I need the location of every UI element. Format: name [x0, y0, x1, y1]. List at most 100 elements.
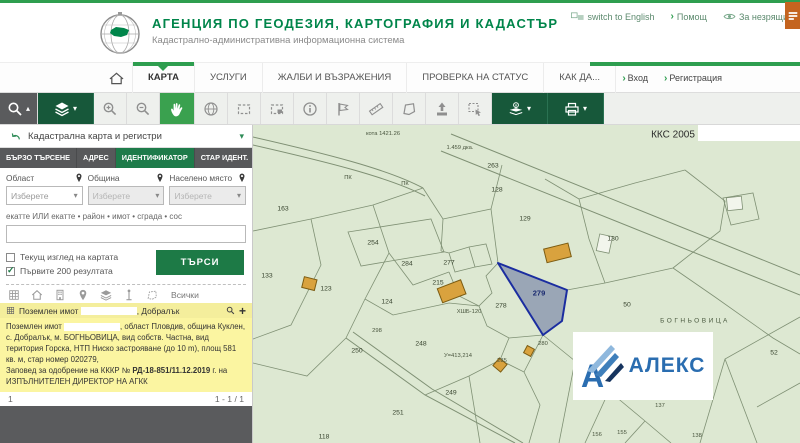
- nav-tab-1[interactable]: УСЛУГИ: [195, 63, 263, 93]
- measure-button[interactable]: [360, 93, 393, 124]
- building: [544, 243, 572, 263]
- object-type-filters: Всички: [0, 288, 252, 303]
- search-icon[interactable]: [226, 306, 235, 315]
- search-tab-2[interactable]: ИДЕНТИФИКАТОР: [116, 148, 195, 168]
- zoom-in-button[interactable]: [94, 93, 127, 124]
- chevron-down-icon: ▾: [239, 131, 244, 142]
- ekatte-label: екатте ИЛИ екатте • район • имот • сград…: [6, 212, 246, 221]
- cadastral-map[interactable]: ККС 2005кота 1421.261.459 дка.263128ПКПК…: [253, 125, 800, 443]
- search-button[interactable]: ▴: [0, 93, 38, 124]
- pan-hand-icon: [169, 101, 185, 117]
- zoom-out-button[interactable]: [127, 93, 160, 124]
- home-icon[interactable]: [31, 289, 43, 301]
- checkbox-label: Текущ изглед на картата: [20, 252, 118, 262]
- select-rect-button[interactable]: [228, 93, 261, 124]
- location-fields: ОбластИзберете▾ОбщинаИзберете▾Населено м…: [0, 168, 252, 209]
- checkbox-0[interactable]: [6, 253, 15, 262]
- nav-tab-2[interactable]: ЖАЛБИ И ВЪЗРАЖЕНИЯ: [263, 63, 407, 93]
- field-1: ОбщинаИзберете▾: [88, 173, 165, 205]
- dashed-divider: [6, 284, 246, 285]
- grid-icon: [6, 306, 15, 315]
- panel-empty-area: [0, 406, 252, 443]
- field-select-value: Изберете: [11, 191, 49, 201]
- field-select-1[interactable]: Изберете▾: [88, 186, 165, 205]
- checkbox-1[interactable]: [6, 267, 15, 276]
- flag-button[interactable]: [327, 93, 360, 124]
- search-tab-3[interactable]: СТАР ИДЕНТ.: [195, 148, 256, 168]
- result-row[interactable]: Поземлен имот , Добралък +: [0, 303, 252, 318]
- polygon-small-icon[interactable]: [146, 289, 158, 301]
- search-tab-0[interactable]: БЪРЗО ТЪРСЕНЕ: [0, 148, 77, 168]
- layers-button[interactable]: ▾: [38, 93, 94, 124]
- home-button[interactable]: [100, 63, 132, 93]
- location-pin-icon[interactable]: [238, 173, 246, 183]
- header: АГЕНЦИЯ ПО ГЕОДЕЗИЯ, КАРТОГРАФИЯ И КАДАС…: [0, 3, 800, 62]
- switch-language-link[interactable]: switch to English: [571, 12, 654, 22]
- alex-watermark-label: АЛЕКС: [629, 354, 706, 378]
- redacted-identifier: [64, 323, 120, 331]
- nav-auth-links: ›Вход ›Регистрация: [622, 63, 722, 93]
- upload-button[interactable]: [426, 93, 459, 124]
- home-icon: [108, 71, 125, 86]
- identifier-input[interactable]: [6, 225, 246, 243]
- select-arrow-button[interactable]: [459, 93, 492, 124]
- switch-language-label: switch to English: [587, 12, 654, 22]
- parcel-linework: [253, 125, 800, 443]
- result-detail-panel: Поземлен имот , област Пловдив, община К…: [0, 318, 252, 392]
- search-mode-tabs: БЪРЗО ТЪРСЕНЕАДРЕСИДЕНТИФИКАТОРСТАР ИДЕН…: [0, 148, 252, 168]
- page-number[interactable]: 1: [8, 394, 13, 404]
- login-link[interactable]: ›Вход: [622, 73, 648, 84]
- location-pin-icon[interactable]: [75, 173, 83, 183]
- search-button[interactable]: ТЪРСИ: [156, 250, 244, 275]
- nav-tab-3[interactable]: ПРОВЕРКА НА СТАТУС: [407, 63, 544, 93]
- print-button[interactable]: ▾: [548, 93, 604, 124]
- layers-info-icon: [508, 101, 524, 117]
- field-select-value: Изберете: [174, 191, 212, 201]
- pagination: 1 1 - 1 / 1: [0, 392, 252, 406]
- globe-icon: [203, 101, 219, 117]
- polygon-button[interactable]: [393, 93, 426, 124]
- building-icon[interactable]: [54, 289, 66, 301]
- header-links: switch to English › Помощ За незрящи: [571, 11, 788, 22]
- field-select-0[interactable]: Изберете▾: [6, 186, 83, 205]
- accessibility-link[interactable]: За незрящи: [723, 12, 788, 22]
- pole-icon[interactable]: [123, 289, 135, 301]
- field-label-row: Област: [6, 173, 83, 183]
- layers-icon: [54, 101, 70, 117]
- help-label: Помощ: [677, 12, 707, 22]
- search-sidebar: Кадастрална карта и регистри ▾ БЪРЗО ТЪР…: [0, 125, 253, 443]
- map-toolbar: ▴ ▾ ▾ ▾: [0, 93, 800, 125]
- select-arrow-icon: [467, 101, 483, 117]
- accessibility-label: За незрящи: [739, 12, 788, 22]
- layer-selector[interactable]: Кадастрална карта и регистри ▾: [0, 125, 252, 148]
- alex-logo-icon: А: [581, 341, 625, 391]
- register-link[interactable]: ›Регистрация: [664, 73, 722, 84]
- field-label: Област: [6, 173, 34, 183]
- agency-title: АГЕНЦИЯ ПО ГЕОДЕЗИЯ, КАРТОГРАФИЯ И КАДАС…: [152, 16, 558, 31]
- grid-icon[interactable]: [8, 289, 20, 301]
- help-link[interactable]: › Помощ: [671, 11, 707, 22]
- pin-icon[interactable]: [77, 289, 89, 301]
- add-to-selection-icon[interactable]: +: [239, 306, 246, 316]
- print-icon: [564, 101, 580, 117]
- nav-tab-4[interactable]: КАК ДА...: [544, 63, 616, 93]
- chevron-down-icon: ▾: [73, 105, 77, 113]
- ekatte-block: екатте ИЛИ екатте • район • имот • сград…: [0, 209, 252, 245]
- undo-icon: [8, 130, 22, 142]
- layers-small-icon[interactable]: [100, 289, 112, 301]
- feedback-button[interactable]: [785, 2, 800, 29]
- globe-button[interactable]: [195, 93, 228, 124]
- chevron-down-icon: ▾: [583, 105, 587, 113]
- agency-globe-logo: [98, 11, 142, 55]
- field-select-2[interactable]: Изберете▾: [169, 186, 246, 205]
- location-pin-icon[interactable]: [156, 173, 164, 183]
- upload-icon: [434, 101, 450, 117]
- pan-hand-button[interactable]: [160, 93, 195, 124]
- select-rect-filled-button[interactable]: [261, 93, 294, 124]
- filter-all-label[interactable]: Всички: [171, 290, 199, 300]
- nav-tab-0[interactable]: КАРТА: [132, 63, 195, 93]
- search-tab-1[interactable]: АДРЕС: [77, 148, 116, 168]
- info-button[interactable]: [294, 93, 327, 124]
- layers-info-button[interactable]: ▾: [492, 93, 548, 124]
- selected-parcel[interactable]: [498, 263, 567, 335]
